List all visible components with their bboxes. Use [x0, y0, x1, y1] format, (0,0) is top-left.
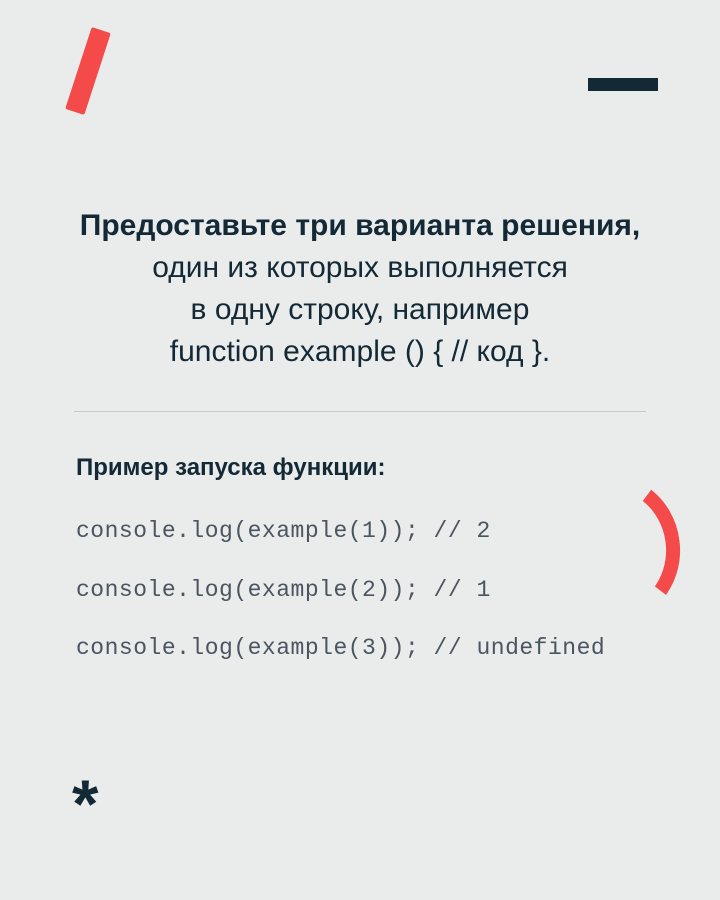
content-area: Предоставьте три варианта решения, один … [0, 205, 720, 690]
slash-decoration [65, 27, 111, 115]
dash-decoration [588, 78, 658, 91]
example-heading: Пример запуска функции: [76, 454, 644, 482]
code-line-1: console.log(example(1)); // 2 [76, 514, 644, 549]
heading-bold-line: Предоставьте три варианта решения, [54, 205, 666, 247]
asterisk-decoration: * [72, 770, 98, 838]
example-section: Пример запуска функции: console.log(exam… [54, 454, 666, 666]
heading-line-2: один из которых выполняется [54, 247, 666, 289]
code-line-3: console.log(example(3)); // undefined [76, 631, 644, 666]
code-line-2: console.log(example(2)); // 1 [76, 573, 644, 608]
heading-line-4: function example () { // код }. [54, 331, 666, 373]
section-divider [74, 411, 646, 412]
heading-line-3: в одну строку, например [54, 289, 666, 331]
main-heading: Предоставьте три варианта решения, один … [54, 205, 666, 373]
